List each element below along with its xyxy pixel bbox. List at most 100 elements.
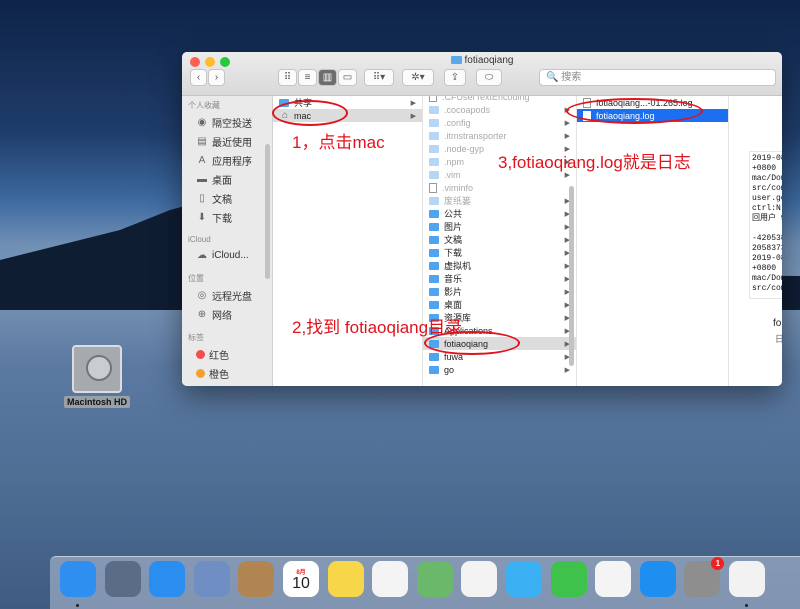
back-button[interactable]: ‹ [190, 69, 207, 86]
preview-pane: 2019-08 +0800 mac/Dow src/com user.go ct… [729, 96, 782, 386]
list-item[interactable]: .itmstransporter ▶ [423, 129, 576, 142]
file-icon [429, 182, 437, 193]
applications-icon: A [198, 155, 206, 166]
launchpad-icon[interactable] [104, 561, 141, 597]
locations-header: 位置 [188, 274, 204, 283]
list-item[interactable]: 虚拟机 ▶ [423, 259, 576, 272]
calendar-icon[interactable]: 8月 10 [283, 561, 319, 597]
favorites-header: 个人收藏 [188, 101, 220, 110]
column-view-button[interactable]: ▥ [318, 69, 337, 86]
list-item[interactable]: 废纸篓 ▶ [423, 194, 576, 207]
tags-button[interactable]: ⬭ [476, 69, 502, 86]
sidebar-item-documents[interactable]: ▯ 文稿 [182, 189, 272, 208]
running-indicator [76, 604, 79, 607]
running-indicator [745, 604, 748, 607]
folder-icon [429, 157, 439, 166]
annotation-step1: 1，点击mac [292, 133, 385, 152]
cloud-icon: ☁ [197, 250, 207, 261]
folder-icon [429, 196, 439, 205]
system-preferences-icon[interactable]: 1 [684, 557, 725, 597]
messages-icon[interactable] [506, 561, 542, 597]
sidebar-tag-yellow[interactable]: 黄色 [182, 383, 272, 386]
sidebar-item-icloud[interactable]: ☁ iCloud... [182, 246, 272, 265]
list-item[interactable]: 桌面 ▶ [423, 298, 576, 311]
sidebar-item-applications[interactable]: A 应用程序 [182, 151, 272, 170]
sidebar: 个人收藏 ◉ 隔空投送 ▤ 最近使用 A 应用程序 ▬ 桌面 ▯ 文稿 ⬇ 下载 iClou… [182, 96, 273, 386]
sidebar-item-recents[interactable]: ▤ 最近使用 [182, 132, 272, 151]
folder-icon [429, 144, 439, 153]
folder-icon [429, 274, 439, 283]
sidebar-item-remote-disc[interactable]: ◎ 远程光盘 [182, 286, 272, 305]
list-item[interactable]: .cocoapods ▶ [423, 103, 576, 116]
list-item[interactable]: 图片 ▶ [423, 220, 576, 233]
column-fotiaoqiang: fotiaoqiang...-01.265.log fotiaoqiang.lo… [577, 96, 729, 386]
folder-icon [429, 118, 439, 127]
mail-icon[interactable] [193, 561, 230, 597]
list-item[interactable]: go ▶ [423, 363, 576, 376]
list-item[interactable]: .config ▶ [423, 116, 576, 129]
file-icon [429, 96, 437, 102]
desktop-icon: ▬ [197, 174, 207, 185]
icloud-header: iCloud [188, 235, 211, 244]
preview-text: 2019-08 +0800 mac/Dow src/com user.go ct… [749, 151, 782, 299]
sidebar-tag-red[interactable]: 红色 [182, 345, 272, 364]
recents-icon: ▤ [197, 136, 207, 147]
maps-icon[interactable] [416, 561, 453, 597]
group-button[interactable]: ⠿▾ [364, 69, 394, 86]
reminders-icon[interactable] [372, 561, 409, 597]
photos-icon[interactable] [461, 561, 498, 597]
list-view-button[interactable]: ≡ [298, 69, 317, 86]
folder-icon [429, 300, 439, 309]
list-item[interactable]: 公共 ▶ [423, 207, 576, 220]
gallery-view-button[interactable]: ▭ [338, 69, 357, 86]
finder-icon[interactable] [60, 561, 96, 597]
folder-icon [429, 222, 439, 231]
downloads-icon: ⬇ [197, 212, 207, 223]
annotation-step2: 2,找到 fotiaoqiang目录 [292, 318, 463, 337]
contacts-icon[interactable] [238, 561, 275, 597]
notes-icon[interactable] [327, 561, 364, 597]
safari-icon[interactable] [149, 561, 186, 597]
dock: 8月 10 1 [50, 556, 800, 609]
music-icon[interactable] [595, 561, 632, 597]
network-icon: ⊕ [197, 309, 207, 320]
tags-header: 标签 [188, 333, 204, 342]
list-item[interactable]: 影片 ▶ [423, 285, 576, 298]
forward-button[interactable]: › [208, 69, 225, 86]
sidebar-item-network[interactable]: ⊕ 网络 [182, 305, 272, 324]
airdrop-icon: ◉ [197, 117, 207, 128]
list-item[interactable]: .viminfo [423, 181, 576, 194]
app-store-icon[interactable] [639, 561, 676, 597]
action-gear-button[interactable]: ✲▾ [402, 69, 434, 86]
share-button[interactable]: ⇪ [444, 69, 466, 86]
folder-icon [429, 352, 439, 361]
folder-icon [429, 287, 439, 296]
sidebar-item-desktop[interactable]: ▬ 桌面 [182, 170, 272, 189]
folder-icon [429, 209, 439, 218]
facetime-icon[interactable] [550, 561, 587, 597]
annotation-oval-mac [272, 100, 348, 126]
annotation-step3: 3,fotiaoqiang.log就是日志 [498, 153, 691, 172]
list-item[interactable]: 文稿 ▶ [423, 233, 576, 246]
column-scrollbar[interactable] [569, 186, 574, 366]
remote-disc-icon: ◎ [197, 290, 207, 301]
hard-drive-icon [72, 345, 122, 393]
list-item[interactable]: 音乐 ▶ [423, 272, 576, 285]
red-tag-dot [196, 350, 205, 359]
list-item[interactable]: 下载 ▶ [423, 246, 576, 259]
list-item[interactable]: .CFUserTextEncoding [423, 96, 576, 103]
search-input[interactable]: 🔍 搜索 [539, 69, 776, 86]
folder-icon [429, 261, 439, 270]
icon-view-button[interactable]: ⠿ [278, 69, 297, 86]
folder-icon [429, 170, 439, 179]
notification-badge: 1 [711, 557, 725, 570]
folder-icon [429, 365, 439, 374]
sidebar-item-downloads[interactable]: ⬇ 下载 [182, 208, 272, 227]
macintosh-hd-desktop-icon[interactable]: Macintosh HD [62, 345, 132, 408]
sidebar-item-airdrop[interactable]: ◉ 隔空投送 [182, 113, 272, 132]
sidebar-scrollbar[interactable] [265, 144, 270, 279]
sidebar-tag-orange[interactable]: 橙色 [182, 364, 272, 383]
folder-icon [429, 248, 439, 257]
window-title: fotiaoqiang [182, 55, 782, 66]
chrome-icon[interactable] [729, 561, 765, 597]
